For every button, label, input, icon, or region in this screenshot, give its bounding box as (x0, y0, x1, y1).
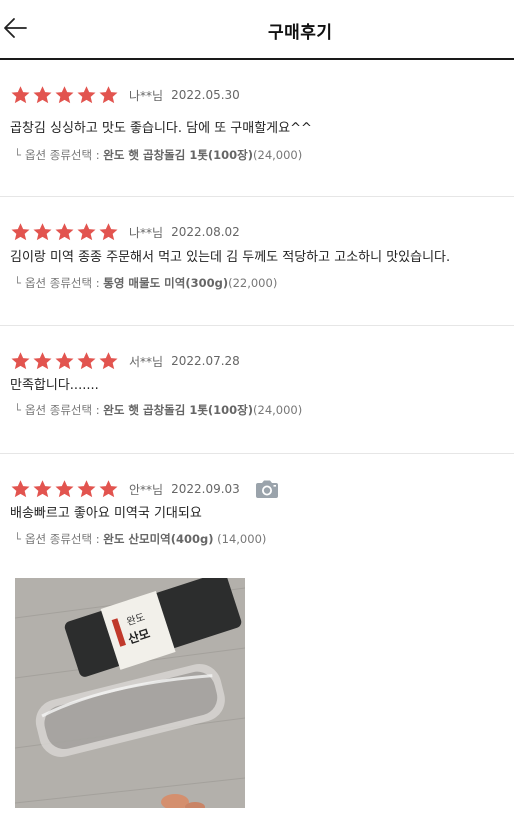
star-rating (10, 351, 119, 371)
corner-icon: └ (14, 276, 21, 290)
star-icon (55, 223, 74, 241)
review-text: 만족합니다....... (10, 378, 99, 393)
review-text: 곱창김 싱싱하고 맛도 좋습니다. 담에 또 구매할게요^^ (10, 121, 312, 136)
option-name: 완도 산모미역(400g) (103, 532, 214, 546)
star-rating (10, 85, 119, 105)
option-label: 옵션 종류선택 : (24, 403, 104, 417)
star-icon (11, 480, 30, 498)
option-name: 완도 햇 곱창돌김 1톳(100장) (103, 403, 254, 417)
review-meta: 서**님 2022.07.28 (10, 350, 240, 372)
star-icon (33, 352, 52, 370)
star-rating (10, 479, 119, 499)
review-option: └ 옵션 종류선택 : 완도 산모미역(400g) (14,000) (14, 531, 266, 547)
review-meta: 나**님 2022.08.02 (10, 221, 240, 243)
review-date: 2022.08.02 (171, 225, 240, 239)
star-icon (77, 223, 96, 241)
review-option: └ 옵션 종류선택 : 완도 햇 곱창돌김 1톳(100장)(24,000) (14, 402, 302, 418)
star-icon (55, 480, 74, 498)
reviewer-name: 안**님 (129, 482, 164, 497)
option-label: 옵션 종류선택 : (24, 276, 104, 290)
review-meta: 나**님 2022.05.30 (10, 84, 240, 106)
review-date: 2022.05.30 (171, 88, 240, 102)
star-icon (11, 352, 30, 370)
option-label: 옵션 종류선택 : (24, 148, 104, 162)
review-meta: 안**님 2022.09.03 (10, 478, 280, 500)
review-item: 나**님 2022.05.30 곱창김 싱싱하고 맛도 좋습니다. 담에 또 구… (0, 60, 514, 197)
star-icon (33, 223, 52, 241)
star-icon (99, 480, 118, 498)
reviewer-name: 나**님 (129, 225, 164, 240)
star-icon (77, 352, 96, 370)
corner-icon: └ (14, 532, 21, 546)
option-price: (24,000) (253, 148, 303, 162)
review-text: 배송빠르고 좋아요 미역국 기대되요 (10, 506, 202, 521)
star-icon (33, 480, 52, 498)
star-icon (99, 86, 118, 104)
review-photo-image: 완도 산모 (15, 578, 245, 808)
review-option: └ 옵션 종류선택 : 통영 매물도 미역(300g)(22,000) (14, 275, 277, 291)
option-name: 완도 햇 곱창돌김 1톳(100장) (103, 148, 254, 162)
option-name: 통영 매물도 미역(300g) (103, 276, 229, 290)
review-date: 2022.07.28 (171, 354, 240, 368)
reviewer-name: 나**님 (129, 88, 164, 103)
review-item: 나**님 2022.08.02 김이랑 미역 종종 주문해서 먹고 있는데 김 … (0, 197, 514, 326)
option-price: (24,000) (253, 403, 303, 417)
page-header: 구매후기 (0, 0, 514, 60)
star-icon (99, 352, 118, 370)
reviewer-name: 서**님 (129, 354, 164, 369)
corner-icon: └ (14, 148, 21, 162)
review-option: └ 옵션 종류선택 : 완도 햇 곱창돌김 1톳(100장)(24,000) (14, 147, 302, 163)
star-icon (77, 480, 96, 498)
option-label: 옵션 종류선택 : (24, 532, 104, 546)
review-item: 서**님 2022.07.28 만족합니다....... └ 옵션 종류선택 : … (0, 326, 514, 454)
star-icon (11, 86, 30, 104)
review-photo[interactable]: 완도 산모 (15, 578, 245, 808)
review-item: 안**님 2022.09.03 배송빠르고 좋아요 미역국 기대되요 └ 옵션 종… (0, 454, 514, 838)
star-icon (55, 86, 74, 104)
option-price: (14,000) (213, 532, 267, 546)
option-price: (22,000) (228, 276, 278, 290)
star-icon (33, 86, 52, 104)
corner-icon: └ (14, 403, 21, 417)
review-text: 김이랑 미역 종종 주문해서 먹고 있는데 김 두께도 적당하고 고소하니 맛있… (10, 250, 451, 265)
star-icon (77, 86, 96, 104)
camera-icon[interactable] (254, 479, 280, 499)
star-icon (55, 352, 74, 370)
star-rating (10, 222, 119, 242)
page-title: 구매후기 (268, 23, 333, 43)
review-date: 2022.09.03 (171, 482, 240, 496)
star-icon (11, 223, 30, 241)
star-icon (99, 223, 118, 241)
